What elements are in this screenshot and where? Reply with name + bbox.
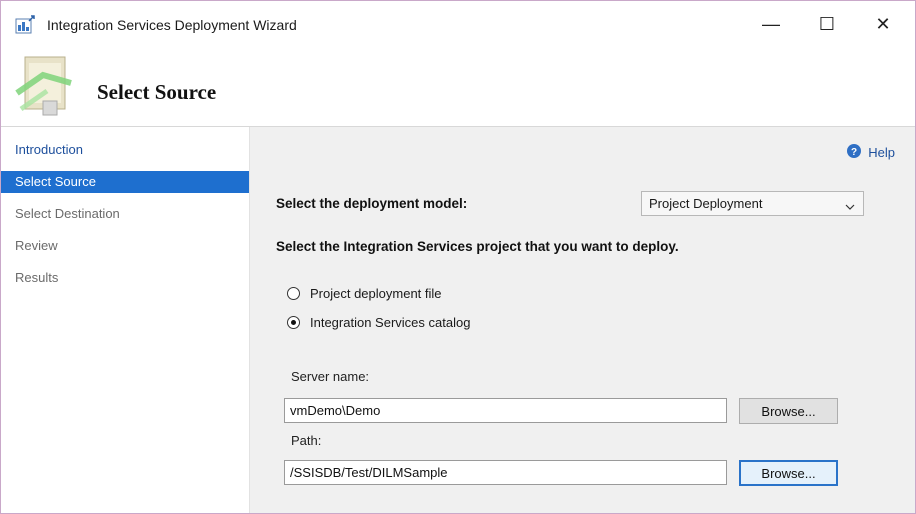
page-title: Select Source — [97, 80, 217, 104]
path-label: Path: — [291, 433, 322, 448]
server-browse-button[interactable]: Browse... — [739, 398, 838, 424]
wizard-window: Integration Services Deployment Wizard —… — [0, 0, 916, 514]
sidebar-item-review: Review — [15, 238, 58, 253]
path-input[interactable] — [284, 460, 727, 485]
sidebar-item-results: Results — [15, 270, 59, 285]
server-name-input[interactable] — [284, 398, 727, 423]
title-bar: Integration Services Deployment Wizard —… — [1, 1, 915, 49]
minimize-button[interactable]: — — [745, 1, 797, 47]
sidebar-item-select-destination: Select Destination — [15, 206, 120, 221]
window-title: Integration Services Deployment Wizard — [47, 17, 297, 33]
help-icon: ? — [846, 143, 868, 162]
maximize-icon: ☐ — [818, 13, 836, 34]
wizard-steps-sidebar: Introduction Select Source Select Destin… — [1, 127, 250, 513]
svg-text:?: ? — [851, 147, 857, 158]
maximize-button[interactable]: ☐ — [801, 1, 853, 47]
help-link[interactable]: ? Help — [846, 143, 895, 162]
deployment-model-value: Project Deployment — [649, 196, 763, 211]
close-icon: ✕ — [875, 13, 891, 34]
server-name-label: Server name: — [291, 369, 370, 384]
minimize-icon: — — [762, 13, 780, 34]
wizard-header: Select Source — [1, 49, 915, 127]
radio-label: Project deployment file — [310, 286, 442, 301]
radio-label: Integration Services catalog — [310, 315, 471, 330]
main-panel: ? Help Select the deployment model: Proj… — [250, 127, 915, 513]
radio-button[interactable] — [287, 287, 300, 300]
path-browse-button[interactable]: Browse... — [739, 460, 838, 486]
sidebar-item-introduction[interactable]: Introduction — [1, 139, 249, 161]
sidebar-item-select-source[interactable]: Select Source — [1, 171, 249, 193]
app-icon — [15, 15, 37, 35]
radio-project-deployment-file[interactable]: Project deployment file — [287, 286, 442, 301]
deployment-model-label: Select the deployment model: — [276, 196, 468, 211]
close-button[interactable]: ✕ — [857, 1, 909, 47]
radio-button[interactable] — [287, 316, 300, 329]
help-label: Help — [868, 145, 895, 160]
wizard-header-icon — [13, 53, 75, 119]
project-prompt: Select the Integration Services project … — [276, 239, 679, 254]
chevron-down-icon — [845, 199, 855, 214]
deployment-model-select[interactable]: Project Deployment — [641, 191, 864, 216]
radio-integration-services-catalog[interactable]: Integration Services catalog — [287, 315, 470, 330]
